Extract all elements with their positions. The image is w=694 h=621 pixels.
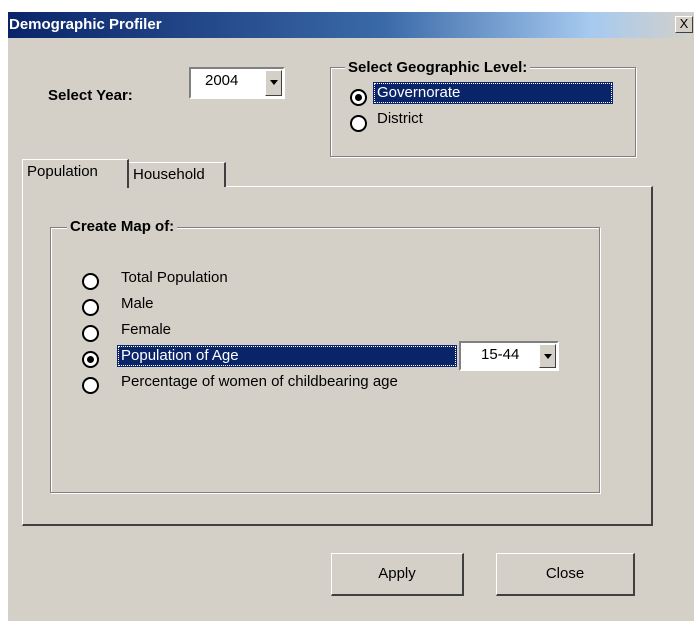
district-radio[interactable] [350, 115, 367, 132]
year-dropdown-arrow[interactable] [265, 70, 282, 96]
tab-household[interactable]: Household [128, 162, 226, 187]
demographic-profiler-dialog: Demographic Profiler X Select Year: 2004… [8, 12, 694, 621]
tab-population[interactable]: Population [22, 159, 129, 188]
female-radio[interactable] [82, 325, 99, 342]
population-of-age-label[interactable]: Population of Age [117, 345, 457, 367]
women-childbearing-label[interactable]: Percentage of women of childbearing age [117, 371, 402, 393]
close-window-button[interactable]: X [675, 16, 693, 33]
geographic-level-legend: Select Geographic Level: [345, 59, 531, 76]
create-map-legend: Create Map of: [67, 218, 178, 235]
age-range-value: 15-44 [481, 346, 520, 363]
district-option-label[interactable]: District [373, 108, 427, 130]
tab-population-label: Population [27, 163, 98, 180]
women-childbearing-radio[interactable] [82, 377, 99, 394]
close-button[interactable]: Close [496, 553, 635, 596]
window-title: Demographic Profiler [9, 16, 162, 33]
year-select[interactable]: 2004 [189, 67, 285, 99]
age-range-select[interactable]: 15-44 [459, 341, 559, 371]
title-bar[interactable]: Demographic Profiler X [8, 12, 694, 38]
male-label[interactable]: Male [117, 293, 158, 315]
total-population-radio[interactable] [82, 273, 99, 290]
population-of-age-radio[interactable] [82, 351, 99, 368]
female-label[interactable]: Female [117, 319, 175, 341]
close-icon: X [679, 16, 689, 31]
age-range-dropdown-arrow[interactable] [539, 344, 556, 368]
apply-button[interactable]: Apply [331, 553, 464, 596]
tab-household-label: Household [133, 166, 205, 183]
year-select-value: 2004 [205, 72, 239, 89]
male-radio[interactable] [82, 299, 99, 316]
select-year-label: Select Year: [48, 87, 133, 104]
total-population-label[interactable]: Total Population [117, 267, 232, 289]
governorate-radio[interactable] [350, 89, 367, 106]
governorate-option-label[interactable]: Governorate [373, 82, 613, 104]
